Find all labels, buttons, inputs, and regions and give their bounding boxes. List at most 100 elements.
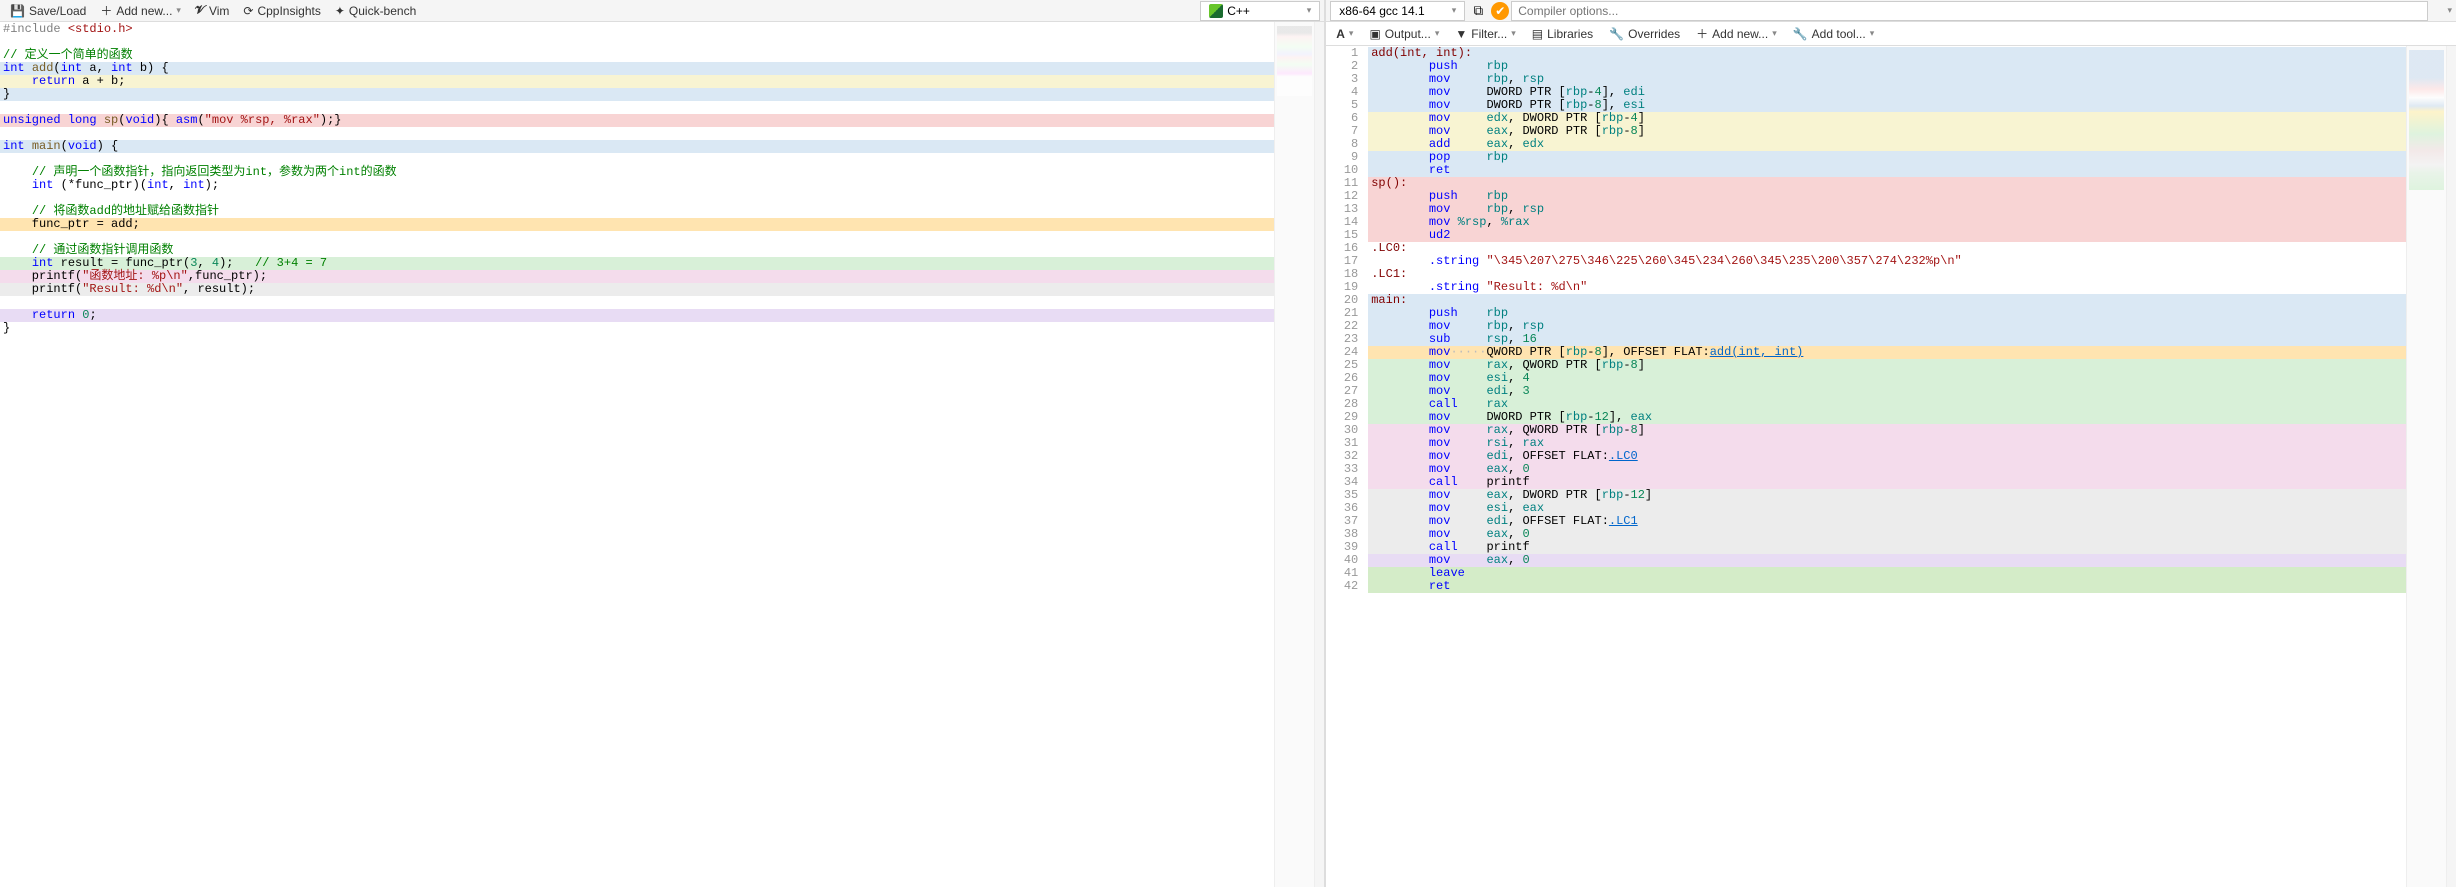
compile-status-badge: ✔ [1491, 2, 1509, 20]
source-editor[interactable]: #include <stdio.h> // 定义一个简单的函数int add(i… [0, 22, 1324, 887]
filter-label: Filter... [1471, 27, 1507, 41]
font-menu-button[interactable]: A ▾ [1330, 25, 1359, 43]
vim-label: Vim [209, 4, 229, 18]
popout-button[interactable]: ⧉ [1467, 1, 1489, 21]
wrench-icon: 🔧 [1609, 27, 1624, 41]
source-line[interactable]: int main(void) { [0, 140, 1274, 153]
asm-line[interactable]: .string "\345\207\275\346\225\260\345\23… [1368, 255, 2406, 268]
asm-line[interactable]: mov edi, 3 [1368, 385, 2406, 398]
compiler-menu-button[interactable]: ▾ [2430, 1, 2452, 21]
plus-icon: ＋ [100, 2, 112, 19]
external-link-icon: ⧉ [1473, 3, 1483, 19]
book-icon: ▤ [1532, 27, 1543, 41]
output-label: Output... [1385, 27, 1431, 41]
asm-line[interactable]: leave [1368, 567, 2406, 580]
language-label: C++ [1227, 4, 1250, 18]
save-load-label: Save/Load [29, 4, 86, 18]
asm-line[interactable]: mov %rsp, %rax [1368, 216, 2406, 229]
source-code-area[interactable]: #include <stdio.h> // 定义一个简单的函数int add(i… [0, 22, 1274, 887]
asm-scroll-indicator[interactable] [2446, 46, 2456, 887]
source-pane: 💾 Save/Load ＋ Add new... ▾ 𝓥 Vim ⟳ CppIn… [0, 0, 1326, 887]
source-line[interactable]: } [0, 322, 1274, 335]
vim-icon: 𝓥 [195, 3, 205, 18]
add-tool-label: Add tool... [1812, 27, 1866, 41]
quickbench-button[interactable]: ✦ Quick-bench [329, 2, 422, 20]
chevron-down-icon: ▾ [2447, 5, 2452, 16]
asm-pane: x86-64 gcc 14.1 ▾ ⧉ ✔ ▾ A ▾ ▣ Output... … [1326, 0, 2456, 887]
compiler-label: x86-64 gcc 14.1 [1339, 4, 1424, 18]
overrides-button[interactable]: 🔧 Overrides [1603, 25, 1686, 43]
floppy-icon: 💾 [10, 4, 25, 18]
chevron-down-icon: ▾ [1870, 28, 1875, 39]
source-line[interactable] [0, 127, 1274, 140]
libraries-button[interactable]: ▤ Libraries [1526, 25, 1599, 43]
vim-button[interactable]: 𝓥 Vim [189, 1, 235, 20]
language-select[interactable]: C++ ▾ [1200, 1, 1320, 21]
source-line[interactable]: return a + b; [0, 75, 1274, 88]
quickbench-icon: ✦ [335, 4, 345, 18]
compiler-select[interactable]: x86-64 gcc 14.1 ▾ [1330, 1, 1465, 21]
output-button[interactable]: ▣ Output... ▾ [1363, 25, 1445, 43]
source-line[interactable] [0, 36, 1274, 49]
source-minimap[interactable] [1274, 22, 1314, 887]
chevron-down-icon: ▾ [1772, 28, 1777, 39]
source-line[interactable]: // 将函数add的地址赋给函数指针 [0, 205, 1274, 218]
source-scroll-indicator[interactable] [1314, 22, 1324, 887]
asm-editor[interactable]: 1234567891011121314151617181920212223242… [1326, 46, 2456, 887]
font-icon: A [1336, 27, 1345, 41]
source-line[interactable]: int add(int a, int b) { [0, 62, 1274, 75]
save-load-button[interactable]: 💾 Save/Load [4, 2, 92, 20]
source-line[interactable]: int (*func_ptr)(int, int); [0, 179, 1274, 192]
chevron-down-icon: ▾ [1511, 28, 1516, 39]
source-line[interactable]: func_ptr = add; [0, 218, 1274, 231]
compiler-options-input[interactable] [1511, 1, 2428, 21]
asm-line[interactable]: ret [1368, 164, 2406, 177]
asm-line[interactable]: mov eax, 0 [1368, 554, 2406, 567]
asm-line[interactable]: ret [1368, 580, 2406, 593]
source-line[interactable] [0, 296, 1274, 309]
asm-line[interactable]: sp(): [1368, 177, 2406, 190]
overrides-label: Overrides [1628, 27, 1680, 41]
asm-line[interactable]: ud2 [1368, 229, 2406, 242]
compiler-toolbar: x86-64 gcc 14.1 ▾ ⧉ ✔ ▾ [1326, 0, 2456, 22]
add-new-button[interactable]: ＋ Add new... ▾ [94, 0, 187, 21]
add-tool-button[interactable]: 🔧 Add tool... ▾ [1787, 25, 1881, 43]
chevron-down-icon: ▾ [1452, 5, 1457, 16]
asm-lines[interactable]: add(int, int): push rbp mov rbp, rsp mov… [1368, 47, 2406, 887]
plus-icon: ＋ [1696, 25, 1708, 42]
filter-button[interactable]: ▼ Filter... ▾ [1449, 25, 1521, 43]
add-new-asm-button[interactable]: ＋ Add new... ▾ [1690, 23, 1783, 44]
add-new-asm-label: Add new... [1712, 27, 1768, 41]
cppinsights-icon: ⟳ [243, 4, 253, 18]
source-line[interactable]: // 定义一个简单的函数 [0, 49, 1274, 62]
asm-line[interactable]: main: [1368, 294, 2406, 307]
asm-subbar: A ▾ ▣ Output... ▾ ▼ Filter... ▾ ▤ Librar… [1326, 22, 2456, 46]
source-toolbar: 💾 Save/Load ＋ Add new... ▾ 𝓥 Vim ⟳ CppIn… [0, 0, 1324, 22]
asm-line[interactable]: pop rbp [1368, 151, 2406, 164]
funnel-icon: ▼ [1455, 27, 1467, 41]
source-line[interactable]: printf("Result: %d\n", result); [0, 283, 1274, 296]
wrench-icon: 🔧 [1793, 27, 1808, 41]
cppinsights-label: CppInsights [257, 4, 320, 18]
source-line[interactable]: return 0; [0, 309, 1274, 322]
source-line[interactable]: unsigned long sp(void){ asm("mov %rsp, %… [0, 114, 1274, 127]
libraries-label: Libraries [1547, 27, 1593, 41]
asm-line[interactable]: add(int, int): [1368, 47, 2406, 60]
cppinsights-button[interactable]: ⟳ CppInsights [237, 2, 326, 20]
add-new-label: Add new... [116, 4, 172, 18]
chevron-down-icon: ▾ [1349, 28, 1354, 39]
terminal-icon: ▣ [1369, 27, 1380, 41]
asm-gutter: 1234567891011121314151617181920212223242… [1326, 47, 1368, 887]
chevron-down-icon: ▾ [176, 5, 181, 16]
quickbench-label: Quick-bench [349, 4, 416, 18]
line-number: 42 [1326, 580, 1358, 593]
asm-code-area[interactable]: 1234567891011121314151617181920212223242… [1326, 46, 2406, 887]
asm-minimap[interactable] [2406, 46, 2446, 887]
source-line[interactable]: } [0, 88, 1274, 101]
source-line[interactable]: #include <stdio.h> [0, 23, 1274, 36]
asm-line[interactable]: .string "Result: %d\n" [1368, 281, 2406, 294]
ce-logo-icon [1209, 4, 1223, 18]
source-line[interactable] [0, 231, 1274, 244]
asm-line[interactable]: add eax, edx [1368, 138, 2406, 151]
chevron-down-icon: ▾ [1307, 5, 1312, 16]
